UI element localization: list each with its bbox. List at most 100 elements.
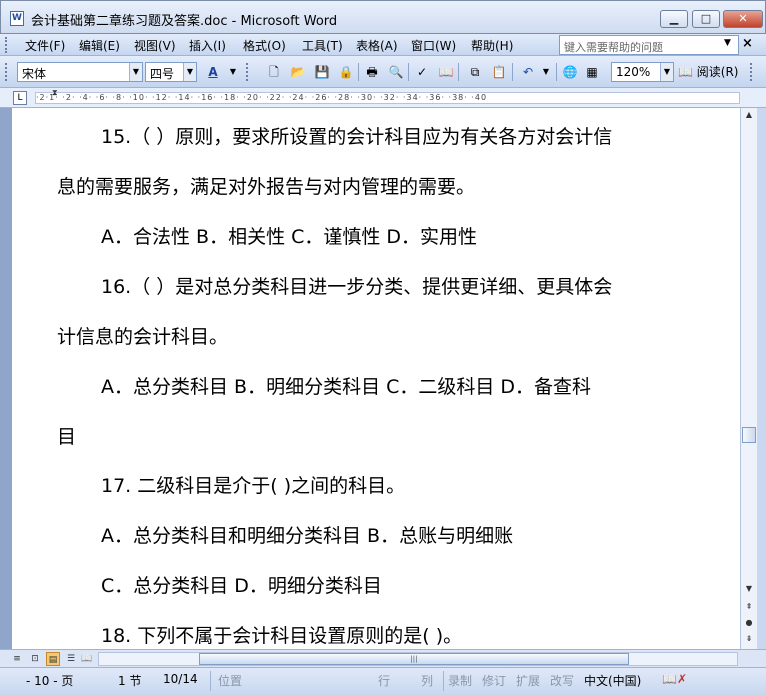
page-view-icon[interactable]: ▤ — [46, 652, 60, 666]
doc-line: 16.（ ）是对总分类科目进一步分类、提供更详细、更具体会 — [101, 276, 613, 298]
chevron-down-icon[interactable]: ▼ — [724, 38, 731, 48]
document-page[interactable]: 15.（ ）原则，要求所设置的会计科目应为有关各方对会计信 息的需要服务，满足对… — [12, 108, 740, 649]
menu-format[interactable]: 格式(O) — [243, 37, 286, 54]
doc-line: A．总分类科目 B．明细分类科目 C．二级科目 D．备查科 — [101, 376, 592, 398]
menu-file[interactable]: 文件(F) — [25, 37, 65, 54]
outline-view-icon[interactable]: ☰ — [64, 652, 78, 666]
paste-icon[interactable]: 📋 — [491, 64, 507, 80]
menu-view[interactable]: 视图(V) — [134, 37, 176, 54]
close-document-button[interactable]: × — [742, 36, 753, 51]
menu-table[interactable]: 表格(A) — [356, 37, 398, 54]
toolbar-separator — [408, 63, 409, 81]
doc-line: 17. 二级科目是介于( )之间的科目。 — [101, 475, 406, 497]
open-icon[interactable]: 📂 — [290, 64, 306, 80]
font-size-select[interactable]: 四号 ▼ — [145, 62, 197, 82]
hyperlink-icon[interactable]: 🌐 — [562, 64, 578, 80]
scroll-down-icon[interactable]: ▼ — [741, 582, 757, 596]
doc-line: 目 — [57, 426, 77, 448]
toolbar-grip[interactable] — [5, 63, 9, 81]
status-page: - 10 - 页 — [26, 674, 74, 688]
doc-line: 18. 下列不属于会计科目设置原则的是( )。 — [101, 625, 463, 647]
toolbar-separator — [512, 63, 513, 81]
tab-selector[interactable]: L — [13, 91, 27, 105]
chevron-down-icon: ▼ — [129, 63, 142, 81]
doc-line: C．总分类科目 D．明细分类科目 — [101, 575, 382, 597]
permission-icon[interactable]: 🔒 — [338, 64, 354, 80]
chevron-down-icon: ▼ — [660, 63, 673, 81]
ruler-track[interactable]: ·2·1· ·2· ·4· ·6· ·8· ·10· ·12· ·14· ·16… — [35, 92, 740, 104]
menu-grip[interactable] — [5, 37, 9, 53]
toolbar-separator — [358, 63, 359, 81]
font-name-select[interactable]: 宋体 ▼ — [17, 62, 143, 82]
print-icon[interactable]: 🖶 — [364, 64, 380, 80]
scroll-up-icon[interactable]: ▲ — [741, 108, 757, 122]
table-icon[interactable]: ▦ — [584, 64, 600, 80]
formatting-toolbar: 宋体 ▼ 四号 ▼ A ▼ 🗋 📂 💾 🔒 🖶 🔍 ✓ 📖 ⧉ 📋 ↶ ▼ 🌐 … — [0, 56, 766, 88]
copy-icon[interactable]: ⧉ — [467, 64, 483, 80]
menu-window[interactable]: 窗口(W) — [411, 37, 456, 54]
zoom-value: 120% — [616, 65, 651, 79]
status-position: 位置 — [218, 674, 243, 688]
status-separator — [210, 671, 211, 691]
font-size-value: 四号 — [150, 67, 175, 81]
undo-icon[interactable]: ↶ — [520, 64, 536, 80]
vertical-scroll-thumb[interactable] — [742, 427, 756, 443]
previous-page-icon[interactable]: ⇞ — [741, 600, 757, 614]
window-title: 会计基础第二章练习题及答案.doc - Microsoft Word — [31, 14, 338, 29]
title-bar: W 会计基础第二章练习题及答案.doc - Microsoft Word ▁ □… — [0, 0, 766, 34]
read-mode-button[interactable]: 📖 阅读(R) — [678, 63, 738, 80]
status-section: 1 节 — [118, 674, 142, 688]
window-edge — [757, 108, 766, 649]
doc-line: A．总分类科目和明细分类科目 B．总账与明细账 — [101, 525, 514, 547]
chevron-down-icon[interactable]: ▼ — [225, 64, 241, 80]
doc-line: A．合法性 B．相关性 C．谨慎性 D．实用性 — [101, 226, 478, 248]
horizontal-scroll-thumb[interactable]: ||| — [199, 653, 629, 665]
new-icon[interactable]: 🗋 — [266, 64, 282, 80]
toolbar-grip[interactable] — [750, 63, 754, 81]
research-icon[interactable]: 📖 — [438, 64, 454, 80]
status-language[interactable]: 中文(中国) — [584, 672, 641, 689]
zoom-select[interactable]: 120% ▼ — [611, 62, 674, 82]
spelling-icon[interactable]: ✓ — [414, 64, 430, 80]
horizontal-scrollbar[interactable]: ||| — [98, 652, 738, 666]
normal-view-icon[interactable]: ≡ — [10, 652, 24, 666]
status-extend[interactable]: 扩展 — [516, 672, 540, 689]
doc-line: 息的需要服务，满足对外报告与对内管理的需要。 — [57, 176, 476, 198]
menu-edit[interactable]: 编辑(E) — [79, 37, 120, 54]
chevron-down-icon: ▼ — [183, 63, 196, 81]
status-track-changes[interactable]: 修订 — [482, 672, 506, 689]
help-search-input[interactable]: 键入需要帮助的问题 — [559, 35, 739, 55]
save-icon[interactable]: 💾 — [314, 64, 330, 80]
next-page-icon[interactable]: ⇟ — [741, 632, 757, 646]
chevron-down-icon[interactable]: ▼ — [538, 64, 554, 80]
status-record[interactable]: 录制 — [448, 672, 472, 689]
status-column: 列 — [421, 674, 434, 688]
browse-object-icon[interactable]: ● — [741, 616, 757, 630]
font-color-icon[interactable]: A — [205, 64, 221, 80]
read-mode-label: 阅读(R) — [696, 65, 739, 79]
reading-view-icon[interactable]: 📖 — [80, 652, 94, 666]
print-preview-icon[interactable]: 🔍 — [388, 64, 404, 80]
toolbar-separator — [458, 63, 459, 81]
close-button[interactable]: ✕ — [723, 10, 763, 28]
vertical-scrollbar[interactable]: ▲ ▼ ⇞ ● ⇟ — [740, 108, 757, 649]
status-bar: - 10 - 页 1 节 10/14 位置 行 列 录制 修订 扩展 改写 中文… — [0, 667, 766, 695]
web-view-icon[interactable]: ⊡ — [28, 652, 42, 666]
toolbar-grip[interactable] — [246, 63, 250, 81]
toolbar-separator — [556, 63, 557, 81]
spelling-status-icon[interactable]: 📖✗ — [662, 672, 687, 686]
menu-insert[interactable]: 插入(I) — [189, 37, 226, 54]
status-overtype[interactable]: 改写 — [550, 672, 574, 689]
book-icon: 📖 — [678, 65, 693, 79]
minimize-button[interactable]: ▁ — [660, 10, 688, 28]
status-separator — [443, 671, 444, 691]
doc-line: 15.（ ）原则，要求所设置的会计科目应为有关各方对会计信 — [101, 126, 613, 148]
horizontal-ruler: L ·2·1· ·2· ·4· ·6· ·8· ·10· ·12· ·14· ·… — [0, 88, 766, 108]
menu-bar: 文件(F) 编辑(E) 视图(V) 插入(I) 格式(O) 工具(T) 表格(A… — [0, 34, 766, 56]
word-doc-icon: W — [10, 11, 24, 26]
menu-help[interactable]: 帮助(H) — [471, 37, 513, 54]
indent-marker-icon[interactable]: ⧗ — [52, 88, 60, 108]
menu-tools[interactable]: 工具(T) — [302, 37, 343, 54]
document-area: 15.（ ）原则，要求所设置的会计科目应为有关各方对会计信 息的需要服务，满足对… — [0, 108, 740, 649]
maximize-button[interactable]: □ — [692, 10, 720, 28]
